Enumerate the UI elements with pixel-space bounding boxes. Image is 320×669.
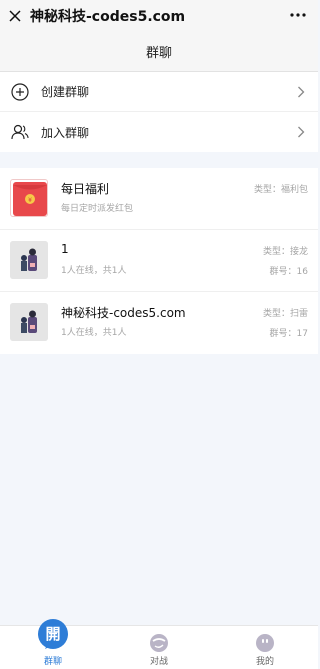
- group-avatar-icon: [10, 241, 48, 279]
- group-row-17[interactable]: 神秘科技-codes5.com 1人在线，共1人 类型：扫雷 群号：17: [0, 292, 318, 354]
- bottom-tab-bar: 開 群聊 对战 我的: [0, 619, 318, 669]
- profile-icon: [255, 633, 275, 653]
- close-icon[interactable]: [0, 0, 30, 32]
- red-envelope-icon: ¥: [10, 179, 48, 217]
- tab-label: 对战: [149, 657, 168, 667]
- group-avatar-icon: [10, 303, 48, 341]
- tab-battle[interactable]: 对战: [106, 626, 212, 669]
- tab-group-chat[interactable]: 開 群聊: [0, 619, 106, 669]
- join-group-button[interactable]: 加入群聊: [0, 112, 318, 152]
- tab-profile[interactable]: 我的: [212, 626, 318, 669]
- group-type: 类型：接龙: [262, 247, 308, 257]
- group-name: 神秘科技-codes5.com: [61, 306, 186, 320]
- group-row-daily-welfare[interactable]: ¥ 每日福利 每日定时派发红包 类型：福利包: [0, 168, 318, 230]
- group-name: 每日福利: [61, 182, 110, 196]
- more-dots-icon[interactable]: [288, 5, 308, 25]
- group-subtitle: 1人在线，共1人: [61, 328, 127, 338]
- tab-label: 群聊: [43, 657, 62, 667]
- group-subtitle: 1人在线，共1人: [61, 266, 127, 276]
- plus-circle-icon: [10, 82, 30, 102]
- tab-label: 我的: [255, 657, 274, 667]
- open-badge-text: 開: [45, 625, 61, 643]
- chevron-right-icon: [294, 124, 308, 140]
- window-title: 神秘科技-codes5.com: [30, 9, 186, 25]
- group-type: 类型：扫雷: [262, 309, 308, 319]
- create-group-button[interactable]: 创建群聊: [0, 72, 318, 112]
- group-type: 类型：福利包: [253, 185, 308, 195]
- join-group-label: 加入群聊: [41, 125, 90, 140]
- create-group-label: 创建群聊: [41, 85, 90, 99]
- window-title-bar: 神秘科技-codes5.com: [0, 0, 318, 32]
- chevron-right-icon: [294, 84, 308, 100]
- svg-text:¥: ¥: [28, 197, 32, 204]
- group-list: ¥ 每日福利 每日定时派发红包 类型：福利包 1 1人在线，共1人 类型：接龙 …: [0, 168, 318, 354]
- page-header: 群聊: [0, 32, 318, 72]
- battle-icon: [149, 633, 169, 653]
- group-row-16[interactable]: 1 1人在线，共1人 类型：接龙 群号：16: [0, 230, 318, 292]
- add-user-icon: [10, 122, 30, 142]
- group-number: 群号：16: [269, 267, 308, 277]
- group-name: 1: [61, 242, 69, 256]
- action-menu: 创建群聊 加入群聊: [0, 72, 318, 152]
- group-subtitle: 每日定时派发红包: [61, 204, 134, 214]
- page-title: 群聊: [145, 46, 172, 61]
- open-badge-icon: 開: [37, 618, 69, 650]
- group-number: 群号：17: [269, 329, 308, 339]
